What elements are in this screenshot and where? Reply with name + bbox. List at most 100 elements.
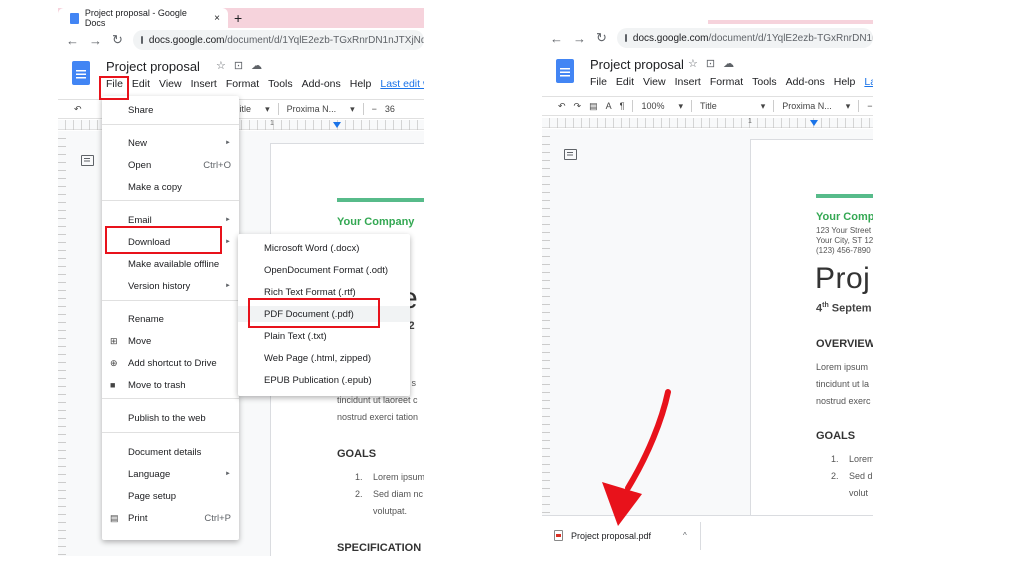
download-docx[interactable]: Microsoft Word (.docx) bbox=[264, 240, 359, 256]
undo-icon[interactable]: ↶ bbox=[558, 101, 566, 112]
star-icon[interactable]: ☆ bbox=[688, 57, 698, 70]
doc-title[interactable]: Project proposal bbox=[590, 57, 684, 72]
menu-insert[interactable]: Insert bbox=[675, 76, 701, 88]
indent-marker-icon[interactable] bbox=[810, 120, 818, 126]
forward-icon[interactable]: → bbox=[573, 31, 586, 46]
last-edit-link[interactable]: Last bbox=[864, 76, 873, 88]
menu-item-download[interactable]: Download ► bbox=[128, 234, 231, 250]
vertical-ruler[interactable] bbox=[58, 131, 66, 556]
folder-icon[interactable]: ⊡ bbox=[234, 59, 243, 72]
doc-page[interactable]: Your Comp 123 Your Street Your City, ST … bbox=[750, 139, 873, 539]
font-size-field[interactable]: 36 bbox=[385, 104, 395, 114]
new-tab-icon[interactable]: + bbox=[234, 10, 242, 26]
paint-format-icon[interactable]: ¶ bbox=[620, 101, 625, 111]
undo-icon[interactable]: ↶ bbox=[74, 104, 82, 115]
menu-item-print[interactable]: ▤ Print Ctrl+P bbox=[110, 510, 231, 526]
menu-help[interactable]: Help bbox=[350, 78, 372, 90]
vertical-ruler[interactable] bbox=[542, 129, 550, 555]
menu-item-publish[interactable]: Publish to the web bbox=[128, 410, 231, 426]
outline-icon[interactable] bbox=[81, 155, 94, 166]
redo-icon[interactable]: ↷ bbox=[574, 101, 582, 112]
cloud-icon[interactable]: ☁ bbox=[251, 59, 262, 72]
downloaded-file-name[interactable]: Project proposal.pdf bbox=[571, 531, 651, 541]
font-size-decrease[interactable]: − bbox=[372, 104, 377, 114]
menu-tools[interactable]: Tools bbox=[752, 76, 777, 88]
horizontal-ruler[interactable]: 1 bbox=[542, 118, 873, 128]
url-bar[interactable]: docs.google.com/document/d/1YqlE2ezb-TGx… bbox=[132, 30, 424, 50]
menu-item-rename[interactable]: Rename bbox=[128, 311, 231, 327]
menu-item-language[interactable]: Language ► bbox=[128, 466, 231, 482]
docs-logo-icon[interactable] bbox=[72, 61, 90, 85]
reload-icon[interactable]: ↻ bbox=[596, 30, 607, 46]
menu-format[interactable]: Format bbox=[226, 78, 259, 90]
back-icon[interactable]: ← bbox=[66, 33, 79, 48]
menu-view[interactable]: View bbox=[643, 76, 666, 88]
back-icon[interactable]: ← bbox=[550, 31, 563, 46]
doc-title[interactable]: Project proposal bbox=[106, 59, 200, 74]
chevron-down-icon: ▾ bbox=[350, 103, 355, 114]
menu-edit[interactable]: Edit bbox=[616, 76, 634, 88]
download-html[interactable]: Web Page (.html, zipped) bbox=[264, 350, 371, 366]
spellcheck-icon[interactable]: A bbox=[606, 101, 612, 111]
reload-icon[interactable]: ↻ bbox=[112, 32, 123, 48]
download-txt[interactable]: Plain Text (.txt) bbox=[264, 328, 327, 344]
url-bar[interactable]: docs.google.com/document/d/1YqlE2ezb-TGx… bbox=[616, 28, 873, 48]
docs-header: Project proposal ☆ ⊡ ☁ File Edit View In… bbox=[58, 56, 424, 98]
menu-file[interactable]: File bbox=[590, 76, 607, 88]
style-dropdown[interactable]: Title ▾ bbox=[700, 101, 765, 112]
font-dropdown[interactable]: Proxima N... ▾ bbox=[287, 104, 355, 115]
download-rtf[interactable]: Rich Text Format (.rtf) bbox=[264, 284, 356, 300]
docs-logo-icon[interactable] bbox=[556, 59, 574, 83]
last-edit-link[interactable]: Last edit w bbox=[380, 78, 424, 90]
tab-close-icon[interactable]: × bbox=[214, 13, 220, 24]
forward-icon[interactable]: → bbox=[89, 33, 102, 48]
menu-item-share[interactable]: Share bbox=[128, 102, 231, 118]
section-goals: GOALS bbox=[337, 448, 377, 460]
menu-item-version-history[interactable]: Version history ► bbox=[128, 278, 231, 294]
section-overview: OVERVIEW bbox=[816, 338, 873, 350]
star-icon[interactable]: ☆ bbox=[216, 59, 226, 72]
doc-canvas: Your Comp 123 Your Street Your City, ST … bbox=[542, 129, 873, 555]
download-odt[interactable]: OpenDocument Format (.odt) bbox=[264, 262, 388, 278]
file-menu: Share New ► Open Ctrl+O Make a copy Email ►… bbox=[102, 96, 239, 540]
tab-strip-fragment bbox=[708, 20, 873, 24]
ruler-number: 1 bbox=[748, 118, 752, 125]
menu-item-make-copy[interactable]: Make a copy bbox=[128, 179, 231, 195]
menu-format[interactable]: Format bbox=[710, 76, 743, 88]
menu-item-offline[interactable]: Make available offline bbox=[128, 256, 231, 272]
menu-item-trash[interactable]: ■ Move to trash bbox=[110, 377, 231, 393]
menu-view[interactable]: View bbox=[159, 78, 182, 90]
cloud-icon[interactable]: ☁ bbox=[723, 57, 734, 70]
browser-tab[interactable]: Project proposal - Google Docs × bbox=[58, 8, 228, 28]
menu-help[interactable]: Help bbox=[834, 76, 856, 88]
menu-insert[interactable]: Insert bbox=[191, 78, 217, 90]
menu-tools[interactable]: Tools bbox=[268, 78, 293, 90]
zoom-dropdown[interactable]: 100% ▾ bbox=[641, 101, 683, 112]
menu-addons[interactable]: Add-ons bbox=[302, 78, 341, 90]
outline-icon[interactable] bbox=[564, 149, 577, 160]
company-name: Your Comp bbox=[816, 211, 873, 223]
menu-edit[interactable]: Edit bbox=[132, 78, 150, 90]
font-dropdown[interactable]: Proxima N... ▾ bbox=[782, 101, 850, 112]
menu-item-move[interactable]: ⊞ Move bbox=[110, 333, 231, 349]
menu-addons[interactable]: Add-ons bbox=[786, 76, 825, 88]
menu-item-page-setup[interactable]: Page setup bbox=[128, 488, 231, 504]
indent-marker-icon[interactable] bbox=[333, 122, 341, 128]
download-epub[interactable]: EPUB Publication (.epub) bbox=[264, 372, 372, 388]
chevron-up-icon[interactable]: ^ bbox=[683, 531, 687, 540]
menu-item-add-shortcut[interactable]: ⊕ Add shortcut to Drive bbox=[110, 355, 231, 371]
download-pdf[interactable]: PDF Document (.pdf) bbox=[238, 306, 410, 322]
menu-item-email[interactable]: Email ► bbox=[128, 212, 231, 228]
style-dropdown[interactable]: itle ▾ bbox=[240, 104, 270, 115]
doc-big-title: Proj bbox=[815, 262, 871, 295]
tab-strip: Project proposal - Google Docs × + bbox=[58, 8, 424, 28]
folder-icon[interactable]: ⊡ bbox=[706, 57, 715, 70]
menu-file[interactable]: File bbox=[106, 78, 123, 90]
lock-icon bbox=[624, 34, 627, 42]
menu-item-open[interactable]: Open Ctrl+O bbox=[128, 157, 231, 173]
menu-item-new[interactable]: New ► bbox=[128, 135, 231, 151]
drive-shortcut-icon: ⊕ bbox=[110, 357, 118, 368]
font-size-decrease[interactable]: − bbox=[867, 101, 872, 111]
print-icon[interactable]: ▤ bbox=[589, 101, 598, 112]
menu-item-details[interactable]: Document details bbox=[128, 444, 231, 460]
